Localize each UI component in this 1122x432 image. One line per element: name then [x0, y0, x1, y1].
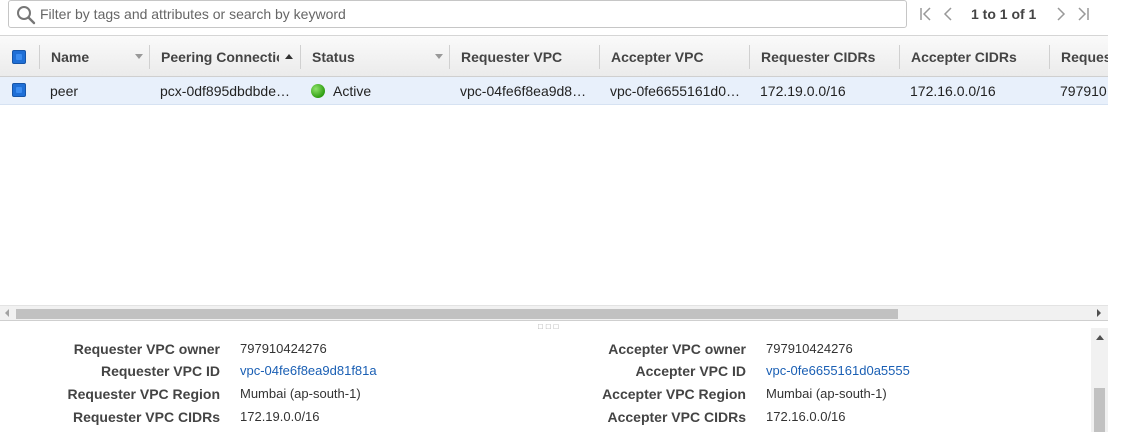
vpc-peering-console: 1 to 1 of 1 Name Peering Connection — [0, 0, 1122, 432]
horizontal-scrollbar[interactable] — [0, 305, 1108, 320]
details-panel: Requester VPC owner 797910424276 Request… — [0, 328, 1090, 432]
detail-label: Accepter VPC owner — [608, 341, 746, 357]
row-checkbox[interactable] — [12, 83, 26, 97]
select-all-checkbox[interactable] — [12, 50, 26, 64]
detail-label: Requester VPC CIDRs — [72, 409, 220, 425]
scroll-up-icon[interactable] — [1096, 335, 1104, 340]
status-text: Active — [333, 82, 372, 99]
scroll-right-icon[interactable] — [1097, 309, 1101, 317]
sort-arrow-icon[interactable] — [435, 54, 443, 59]
status-active-icon — [311, 83, 325, 98]
detail-value: Mumbai (ap-south-1) — [240, 386, 361, 401]
cell-requester-cidrs: 172.19.0.0/16 — [760, 82, 846, 99]
scrollbar-thumb[interactable] — [16, 309, 898, 319]
column-label: Accepter VPC — [611, 48, 704, 65]
column-divider — [1049, 45, 1050, 69]
cell-peering-connection: pcx-0df895dbdbde… — [160, 82, 290, 99]
column-label: Requester VPC — [461, 48, 563, 65]
column-divider — [449, 45, 450, 69]
column-label: Requester CIDRs — [761, 48, 876, 65]
scroll-left-icon[interactable] — [5, 309, 9, 317]
column-header-peering-connection[interactable]: Peering Connection — [161, 36, 279, 77]
page-indicator: 1 to 1 of 1 — [971, 6, 1037, 22]
cell-requester-vpc: vpc-04fe6f8ea9d8… — [460, 82, 587, 99]
detail-label: Accepter VPC Region — [602, 386, 746, 402]
detail-label: Accepter VPC ID — [635, 363, 746, 379]
window-edge — [1108, 0, 1122, 432]
column-divider — [300, 45, 301, 69]
peering-connections-table: Name Peering Connection Status Requester… — [0, 35, 1108, 305]
cell-status: Active — [311, 77, 446, 104]
search-icon — [16, 5, 36, 25]
column-divider — [899, 45, 900, 69]
detail-label: Requester VPC Region — [67, 386, 220, 402]
column-label: Accepter CIDRs — [911, 48, 1017, 65]
scrollbar-thumb[interactable] — [1094, 388, 1105, 432]
search-input[interactable] — [40, 4, 900, 24]
toolbar: 1 to 1 of 1 — [0, 0, 1108, 34]
column-divider — [599, 45, 600, 69]
column-header-requester-cidrs[interactable]: Requester CIDRs — [761, 36, 891, 77]
previous-page-icon[interactable] — [937, 3, 959, 25]
cell-name: peer — [50, 82, 79, 99]
cell-accepter-vpc: vpc-0fe6655161d0… — [610, 82, 740, 99]
column-header-accepter-vpc[interactable]: Accepter VPC — [611, 36, 741, 77]
table-header: Name Peering Connection Status Requester… — [0, 35, 1108, 77]
column-divider — [149, 45, 150, 69]
vertical-scrollbar[interactable] — [1091, 328, 1108, 432]
column-label: Requester — [1061, 48, 1108, 65]
detail-label: Requester VPC ID — [100, 363, 220, 379]
column-label: Peering Connection — [161, 48, 279, 65]
column-header-requester-owner[interactable]: Requester — [1061, 36, 1108, 77]
detail-value: 797910424276 — [766, 341, 853, 356]
detail-value: 172.16.0.0/16 — [766, 409, 846, 424]
next-page-icon[interactable] — [1050, 3, 1072, 25]
column-label: Status — [312, 48, 355, 65]
cell-requester-owner: 797910 — [1060, 82, 1107, 99]
cell-accepter-cidrs: 172.16.0.0/16 — [910, 82, 996, 99]
column-header-requester-vpc[interactable]: Requester VPC — [461, 36, 591, 77]
first-page-icon[interactable] — [915, 3, 937, 25]
detail-label: Requester VPC owner — [73, 341, 220, 357]
requester-vpc-id-link[interactable]: vpc-04fe6f8ea9d81f81a — [240, 363, 377, 378]
table-row[interactable]: peer pcx-0df895dbdbde… Active vpc-04fe6f… — [0, 77, 1108, 105]
search-box[interactable] — [8, 0, 907, 28]
column-label: Name — [51, 48, 90, 65]
detail-value: Mumbai (ap-south-1) — [766, 386, 887, 401]
detail-value: 172.19.0.0/16 — [240, 409, 320, 424]
detail-label: Accepter VPC CIDRs — [607, 409, 747, 425]
pagination: 1 to 1 of 1 — [915, 3, 1094, 25]
detail-value: 797910424276 — [240, 341, 327, 356]
sort-ascending-icon[interactable] — [285, 54, 293, 59]
pane-resize-handle[interactable]: □□□ — [0, 320, 1108, 331]
column-divider — [39, 45, 40, 69]
column-header-name[interactable]: Name — [51, 36, 141, 77]
column-header-accepter-cidrs[interactable]: Accepter CIDRs — [911, 36, 1041, 77]
column-header-status[interactable]: Status — [312, 36, 422, 77]
last-page-icon[interactable] — [1072, 3, 1094, 25]
column-divider — [749, 45, 750, 69]
accepter-vpc-id-link[interactable]: vpc-0fe6655161d0a5555 — [766, 363, 910, 378]
sort-arrow-icon[interactable] — [135, 54, 143, 59]
